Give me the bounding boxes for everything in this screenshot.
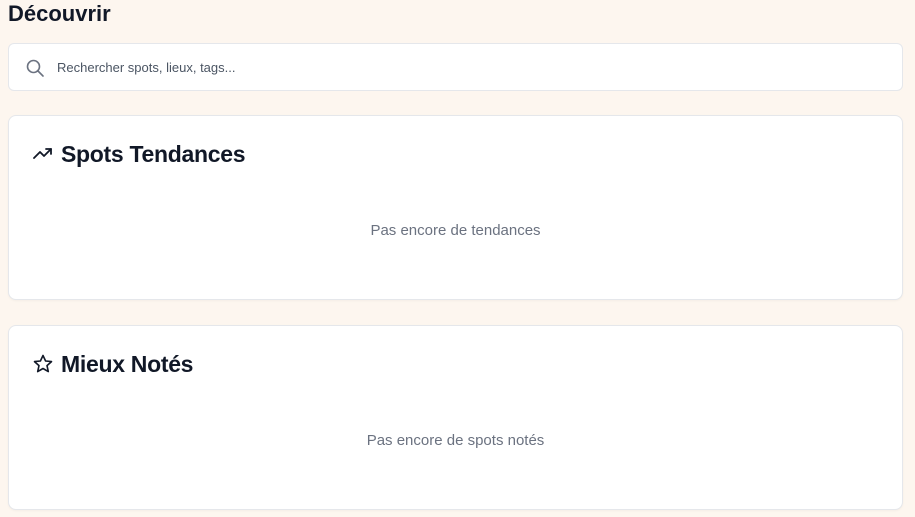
trending-spots-card: Spots Tendances Pas encore de tendances [8,115,903,300]
star-icon [33,354,53,374]
trending-up-icon [33,144,53,164]
search-icon [25,58,45,78]
empty-state-text: Pas encore de spots notés [366,432,545,449]
search-input[interactable] [57,44,887,90]
section-title: Mieux Notés [61,351,194,377]
discover-page: Découvrir Spots Tendances Pas encore de … [0,0,915,517]
top-rated-card: Mieux Notés Pas encore de spots notés [8,325,903,510]
card-header: Mieux Notés [33,350,193,378]
page-title: Découvrir [8,1,111,26]
search-bar[interactable] [8,43,903,91]
section-title: Spots Tendances [61,141,246,167]
empty-state-text: Pas encore de tendances [370,222,541,239]
card-header: Spots Tendances [33,140,246,168]
